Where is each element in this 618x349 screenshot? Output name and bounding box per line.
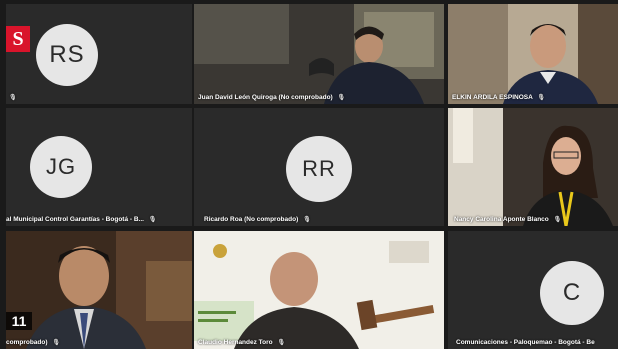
- video-feed: [448, 4, 618, 104]
- participant-tile-claudio[interactable]: Claudio Hernandez Toro 🎙: [194, 231, 444, 349]
- participant-tile-comunicaciones[interactable]: C Comunicaciones - Paloquemao - Bogotá -…: [448, 231, 618, 349]
- participant-name: Nancy Carolina Aponte Blanco 🎙: [454, 216, 562, 223]
- participant-name: al Municipal Control Garantías - Bogotá …: [6, 216, 157, 223]
- video-feed: [194, 4, 444, 104]
- microphone-muted-icon: 🎙: [52, 340, 60, 346]
- participant-name: Claudio Hernandez Toro 🎙: [198, 339, 286, 346]
- participant-tile-elkin[interactable]: ELKIN ARDILA ESPINOSA 🎙: [448, 4, 618, 104]
- participant-name: ELKIN ARDILA ESPINOSA 🎙: [452, 94, 545, 101]
- participant-tile-comprobado[interactable]: comprobado) 🎙: [6, 231, 192, 349]
- participant-tile-juan-david[interactable]: Juan David León Quiroga (No comprobado) …: [194, 4, 444, 104]
- brand-logo: S: [6, 26, 30, 52]
- microphone-muted-icon: 🎙: [148, 217, 157, 223]
- microphone-muted-icon: 🎙: [9, 95, 17, 101]
- video-feed: [6, 231, 192, 349]
- participant-tile-nancy[interactable]: Nancy Carolina Aponte Blanco 🎙: [448, 108, 618, 226]
- microphone-muted-icon: 🎙: [303, 217, 311, 223]
- participant-name: Comunicaciones - Paloquemao - Bogotá - B…: [456, 339, 595, 346]
- participant-name: Ricardo Roa (No comprobado) 🎙: [204, 216, 311, 223]
- participant-tile-rr[interactable]: RR Ricardo Roa (No comprobado) 🎙: [194, 108, 444, 226]
- avatar-initials: RR: [302, 156, 336, 181]
- avatar-initials: JG: [45, 154, 77, 179]
- video-grid: RS 🎙 Juan David León Quiroga (No comprob…: [0, 0, 618, 349]
- participant-name: 🎙: [6, 94, 17, 101]
- microphone-muted-icon: 🎙: [537, 95, 545, 101]
- video-feed: [448, 108, 618, 226]
- participant-tile-jg[interactable]: JG al Municipal Control Garantías - Bogo…: [6, 108, 192, 226]
- participant-tile-rs[interactable]: RS 🎙: [6, 4, 192, 104]
- avatar-initials: RS: [49, 41, 85, 68]
- avatar-initials: C: [562, 279, 582, 306]
- avatar-rr: RR: [286, 136, 352, 202]
- participant-name: comprobado) 🎙: [6, 339, 60, 346]
- avatar-rs: RS: [36, 24, 98, 86]
- tile-counter: 11: [6, 312, 32, 330]
- avatar-jg: JG: [30, 136, 92, 198]
- microphone-muted-icon: 🎙: [553, 217, 562, 223]
- participant-name: Juan David León Quiroga (No comprobado) …: [198, 94, 346, 101]
- microphone-muted-icon: 🎙: [277, 340, 286, 346]
- microphone-muted-icon: 🎙: [337, 95, 346, 101]
- avatar-c: C: [540, 261, 604, 325]
- video-feed: [194, 231, 444, 349]
